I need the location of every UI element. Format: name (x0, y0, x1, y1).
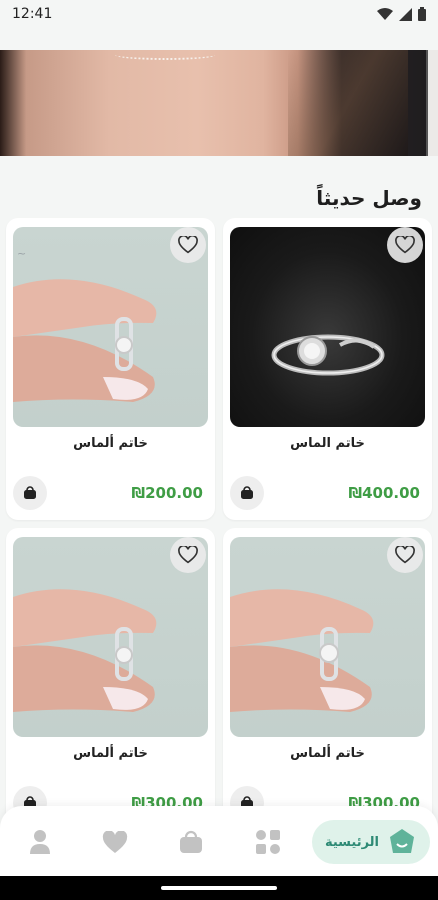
promo-banner[interactable] (0, 50, 438, 156)
favorite-button[interactable] (170, 227, 206, 263)
product-name: خاتم ألماس (290, 746, 365, 761)
add-to-cart-button[interactable] (230, 476, 264, 510)
status-icons (377, 7, 426, 21)
product-card[interactable]: خاتم ألماس ₪300.00 (223, 528, 432, 830)
grid-icon (256, 830, 280, 854)
heart-outline-icon (178, 236, 198, 254)
product-card[interactable]: ~ خاتم ألماس ₪200.00 (6, 218, 215, 520)
add-to-cart-button[interactable] (13, 476, 47, 510)
basket-icon (241, 486, 253, 499)
home-gesture-handle[interactable] (161, 886, 277, 890)
home-icon (390, 829, 415, 853)
banner-next-slide-edge (426, 50, 438, 156)
basket-icon (24, 486, 36, 499)
product-price: ₪400.00 (348, 484, 420, 502)
favorite-button[interactable] (387, 537, 423, 573)
screen: 12:41 وصل حديثاً خاتم الماس ₪400.00 ~ خا… (0, 0, 438, 900)
product-card[interactable]: خاتم ألماس ₪300.00 (6, 528, 215, 830)
banner-necklace-image (115, 50, 215, 60)
heart-icon (102, 830, 128, 853)
product-name: خاتم ألماس (73, 746, 148, 761)
favorite-button[interactable] (170, 537, 206, 573)
battery-icon (418, 7, 426, 21)
section-title-new-arrivals: وصل حديثاً (316, 186, 422, 210)
heart-outline-icon (178, 546, 198, 564)
nav-categories[interactable] (250, 820, 286, 864)
system-navigation-bar (0, 876, 438, 900)
status-bar: 12:41 (0, 0, 438, 28)
favorite-button[interactable] (387, 227, 423, 263)
svg-text:~: ~ (17, 247, 26, 260)
nav-favorites[interactable] (97, 820, 133, 864)
nav-cart[interactable] (173, 820, 209, 864)
status-time: 12:41 (12, 6, 53, 22)
nav-home[interactable]: الرئيسية (312, 820, 430, 864)
product-price: ₪200.00 (131, 484, 203, 502)
product-name: خاتم ألماس (73, 436, 148, 451)
bottom-navigation: الرئيسية (0, 806, 438, 876)
banner-hair-image (288, 50, 408, 156)
basket-icon (180, 830, 202, 853)
product-name: خاتم الماس (290, 436, 365, 451)
user-icon (30, 830, 50, 854)
heart-outline-icon (395, 546, 415, 564)
product-card[interactable]: خاتم الماس ₪400.00 (223, 218, 432, 520)
wifi-icon (377, 7, 393, 20)
heart-outline-icon (395, 236, 415, 254)
nav-profile[interactable] (22, 820, 58, 864)
signal-icon (399, 7, 412, 21)
nav-home-label: الرئيسية (324, 834, 380, 850)
